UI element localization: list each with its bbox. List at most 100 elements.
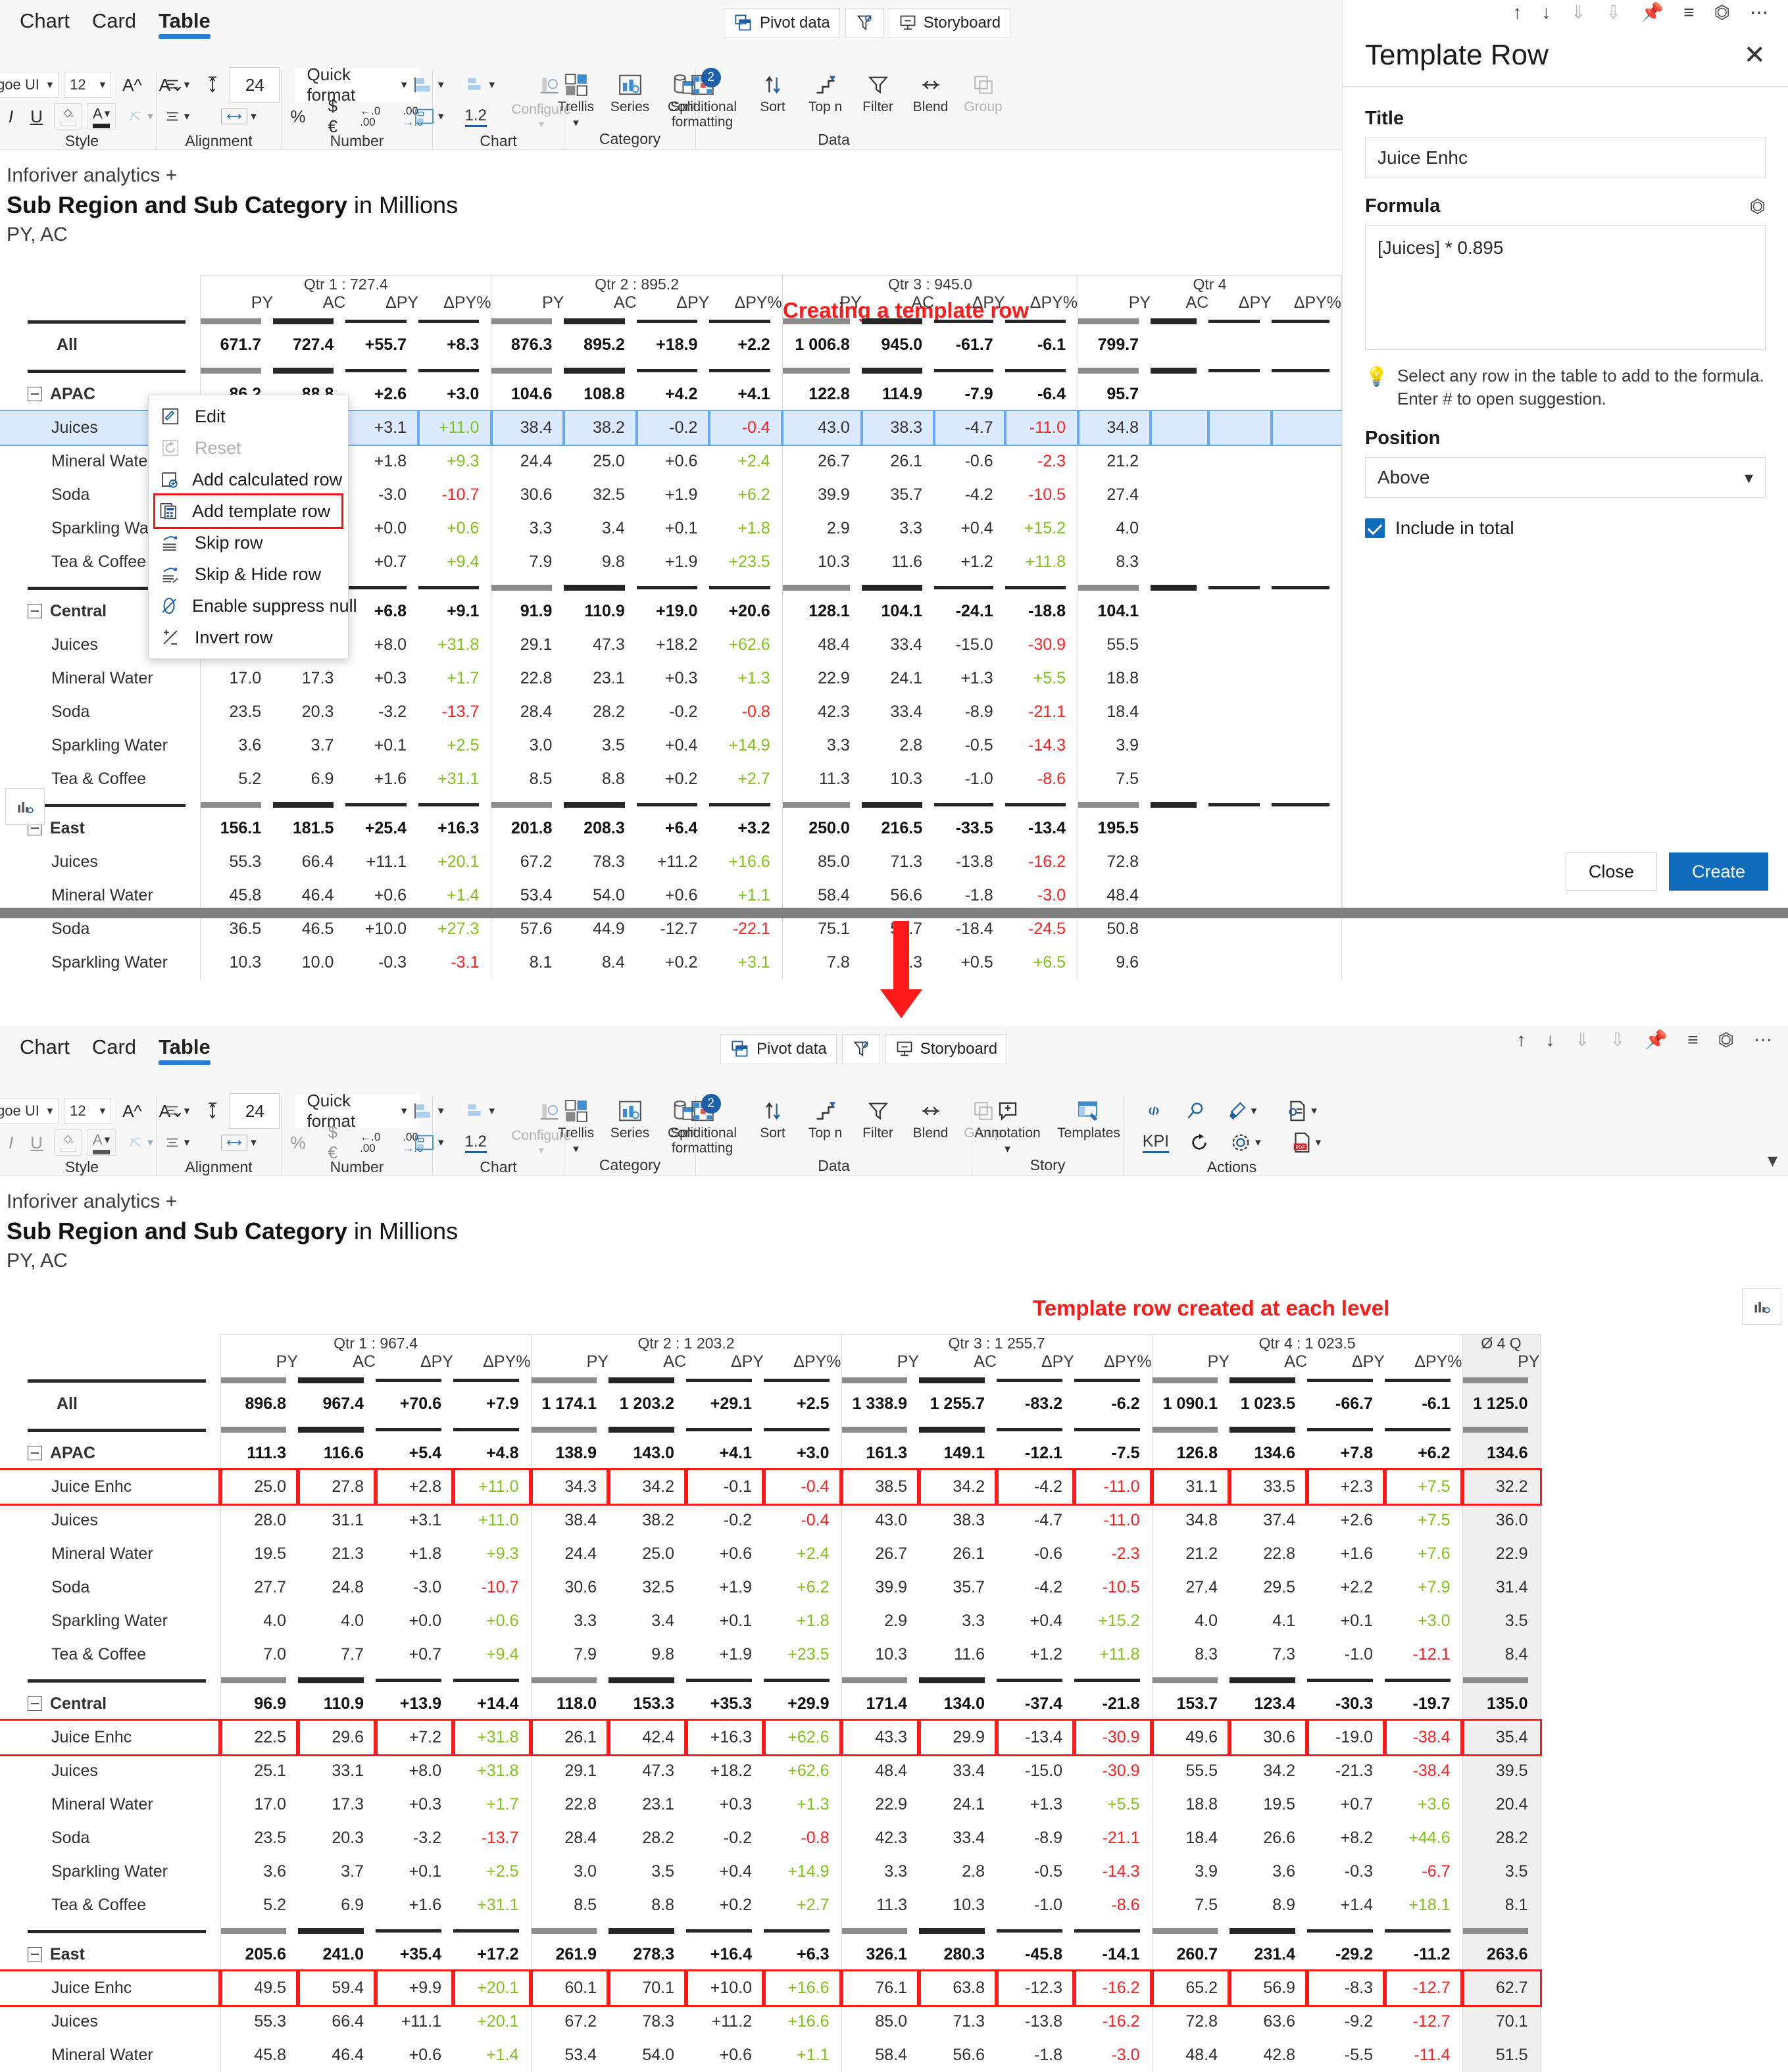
table-row[interactable]: East 205.6 241.0 +35.4 +17.2 261.9 278.3 +16.4 +… <box>0 1938 1541 1971</box>
include-in-total-checkbox[interactable] <box>1365 518 1385 539</box>
pin-icon[interactable]: 📌 <box>1641 1 1664 23</box>
row-label-cell[interactable]: All <box>0 328 201 362</box>
italic-button-bottom[interactable]: I <box>3 1129 19 1156</box>
data-table-bottom[interactable]: Qtr 1 : 967.4 Qtr 2 : 1 203.2 Qtr 3 : 1 25… <box>0 1334 1542 2072</box>
row-label-cell[interactable]: Soda <box>0 1821 220 1855</box>
underline-button-bottom[interactable]: U <box>24 1129 49 1156</box>
row-height-icon-button-bottom[interactable] <box>201 1098 224 1124</box>
chart-type-button[interactable]: ▾ <box>408 72 450 98</box>
quick-format-select[interactable]: Quick format ▾ <box>294 64 420 105</box>
table-row[interactable]: Juices 55.3 66.4 +11.1 +20.1 67.2 78.3 +11.2 +16… <box>0 2005 1541 2038</box>
refresh-button[interactable] <box>1183 1129 1216 1156</box>
context-menu-item-invert-row[interactable]: Invert row <box>149 622 348 653</box>
trellis-button[interactable]: Trellis ▾ <box>551 72 602 129</box>
row-context-menu[interactable]: Edit Reset Add calculated row Add template … <box>148 395 357 659</box>
clear-formatting-button-bottom[interactable]: ▾ <box>121 1129 159 1156</box>
row-label-cell[interactable]: All <box>0 1387 220 1421</box>
filter-icon[interactable]: ≡ <box>1687 1029 1698 1050</box>
context-menu-item-skip-row[interactable]: Skip row <box>149 527 348 558</box>
increase-font-size-button[interactable]: A^ <box>116 72 148 98</box>
move-up-icon[interactable]: ↑ <box>1516 1029 1526 1050</box>
tab-table-bottom[interactable]: Table <box>159 1035 211 1065</box>
series-button[interactable]: Series <box>605 72 656 129</box>
table-row[interactable]: East 156.1 181.5 +25.4 +16.3 201.8 208.3 +6.4 +3… <box>0 812 1342 845</box>
formula-input[interactable]: [Juices] * 0.895 <box>1365 225 1766 350</box>
table-row[interactable]: Mineral Water 45.8 46.4 +0.6 +1.4 53.4 54.0 +0.… <box>0 2038 1541 2072</box>
topn-button-bottom[interactable]: Top n <box>800 1098 851 1156</box>
kpi-button[interactable]: KPI <box>1137 1129 1175 1156</box>
table-row[interactable]: Sparkling Water 3.6 3.7 +0.1 +2.5 3.0 3.5 +0.4 +… <box>0 1855 1541 1888</box>
merge-icon[interactable]: ⇩ <box>1606 1 1621 23</box>
context-menu-item-edit[interactable]: Edit <box>149 401 348 432</box>
table-row[interactable]: Mineral Water 17.0 17.3 +0.3 +1.7 22.8 23.1 +0.… <box>0 662 1342 695</box>
row-expander-icon[interactable] <box>28 1947 42 1961</box>
pivot-table[interactable]: Qtr 1 : 967.4 Qtr 2 : 1 203.2 Qtr 3 : 1 25… <box>0 1334 1542 2072</box>
row-expander-icon[interactable] <box>28 387 42 401</box>
move-to-bottom-icon[interactable]: ⇓ <box>1574 1029 1589 1050</box>
fill-color-button-bottom[interactable] <box>53 1129 82 1156</box>
currency-format-button[interactable]: $€ <box>322 96 343 136</box>
filter-button-bottom[interactable]: Filter <box>853 1098 904 1156</box>
move-down-icon[interactable]: ↓ <box>1541 2 1551 23</box>
font-color-button[interactable]: A ▾ <box>86 103 116 130</box>
decrease-decimal-button[interactable]: ←.0.00 <box>354 103 386 130</box>
table-row[interactable]: Tea & Coffee 5.2 6.9 +1.6 +31.1 8.5 8.8 +0.2 +2.… <box>0 762 1342 796</box>
row-label-cell[interactable]: Mineral Water <box>0 2038 220 2072</box>
table-row[interactable]: Mineral Water 19.5 21.3 +1.8 +9.324.4 25.0 +0.… <box>0 1537 1541 1571</box>
table-row[interactable]: All 671.7 727.4 +55.7 +8.3 876.3 895.2 +18.9 +2.… <box>0 328 1342 362</box>
vertical-align-button[interactable]: ▾ <box>158 72 196 98</box>
number-scale-button-bottom[interactable]: 1.2 <box>459 1129 493 1156</box>
row-label-cell[interactable]: Central <box>0 1687 220 1721</box>
table-row[interactable]: APAC 111.3 116.6 +5.4 +4.8 138.9 143.0 +4.1 +3.0… <box>0 1437 1541 1470</box>
row-label-cell[interactable]: Juices <box>0 845 201 879</box>
close-icon[interactable]: ✕ <box>1743 40 1766 70</box>
column-width-button[interactable]: ▾ <box>215 103 262 130</box>
sort-button[interactable]: Sort <box>747 72 799 130</box>
pivot-data-button[interactable]: Pivot data <box>724 8 840 38</box>
row-expander-icon[interactable] <box>28 1446 42 1460</box>
move-up-icon[interactable]: ↑ <box>1512 2 1522 23</box>
annotation-button[interactable]: Annotation ▾ <box>970 1098 1045 1155</box>
row-label-cell[interactable]: Soda <box>0 695 201 729</box>
italic-button[interactable]: I <box>3 103 19 130</box>
include-in-total-row[interactable]: Include in total <box>1365 518 1766 539</box>
font-family-select-bottom[interactable]: Segoe UI ▾ <box>0 1098 59 1124</box>
row-label-cell[interactable]: Sparkling Water <box>0 729 201 762</box>
font-size-select[interactable]: 12 ▾ <box>64 72 112 98</box>
table-row[interactable]: Tea & Coffee 7.0 7.7 +0.7 +9.47.9 9.8 +1.9 +23.… <box>0 1638 1541 1671</box>
pivot-data-button-bottom[interactable]: Pivot data <box>720 1034 837 1064</box>
title-input[interactable]: Juice Enhc <box>1365 137 1766 178</box>
column-width-button-bottom[interactable]: ▾ <box>215 1129 262 1156</box>
row-height-input-bottom[interactable]: 24 <box>230 1093 280 1129</box>
row-label-cell[interactable]: Juices <box>0 1504 220 1537</box>
report-settings-button[interactable]: ▾ <box>1279 1098 1323 1124</box>
underline-button[interactable]: U <box>24 103 49 130</box>
expand-icon[interactable]: ⏣ <box>1714 1 1730 23</box>
context-menu-item-skip-hide-row[interactable]: Skip & Hide row <box>149 558 348 590</box>
horizontal-align-button-bottom[interactable]: ▾ <box>158 1129 196 1156</box>
tab-card[interactable]: Card <box>92 9 136 39</box>
tab-table[interactable]: Table <box>159 9 211 39</box>
chart-layout-button-bottom[interactable]: ▾ <box>408 1129 450 1156</box>
blend-button[interactable]: Blend <box>905 72 956 130</box>
increase-font-size-button-bottom[interactable]: A^ <box>116 1098 148 1124</box>
create-button[interactable]: Create <box>1668 852 1768 891</box>
conditional-formatting-button-bottom[interactable]: 2 Conditional formatting <box>659 1094 746 1156</box>
row-label-cell[interactable]: Tea & Coffee <box>0 1888 220 1922</box>
decrease-decimal-button-bottom[interactable]: ←.0.00 <box>354 1129 386 1156</box>
templates-button[interactable]: Templates <box>1052 1098 1126 1155</box>
row-label-cell[interactable]: Tea & Coffee <box>0 1638 220 1671</box>
table-row[interactable]: Soda 23.5 20.3 -3.2 -13.7 28.4 28.2 -0.2 -0.8 42.… <box>0 695 1342 729</box>
export-pdf-button[interactable]: PDF ▾ <box>1284 1129 1328 1156</box>
percent-format-button[interactable]: % <box>285 103 312 130</box>
tab-card-bottom[interactable]: Card <box>92 1035 136 1065</box>
formula-expand-icon[interactable]: ⏣ <box>1750 195 1766 217</box>
move-down-icon[interactable]: ↓ <box>1545 1029 1554 1050</box>
number-scale-button[interactable]: 1.2 <box>459 103 493 130</box>
ribbon-collapse-chevron-icon[interactable]: ▾ <box>1768 1149 1777 1172</box>
row-height-icon-button[interactable] <box>201 72 224 98</box>
trellis-button-bottom[interactable]: Trellis ▾ <box>551 1098 602 1155</box>
table-row[interactable]: Tea & Coffee 5.2 6.9 +1.6 +31.1 8.5 8.8 +0.2 +2.… <box>0 1888 1541 1922</box>
search-button[interactable] <box>1179 1098 1212 1124</box>
tab-chart[interactable]: Chart <box>20 9 70 39</box>
